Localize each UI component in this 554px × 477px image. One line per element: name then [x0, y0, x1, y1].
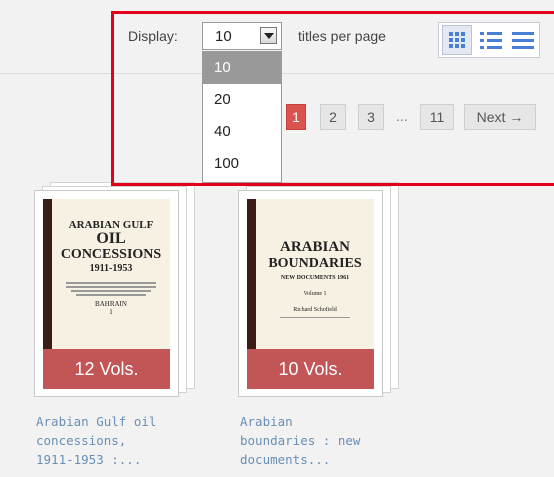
- compact-list-icon: [512, 31, 534, 49]
- volume-count-badge: 12 Vols.: [43, 349, 170, 389]
- pagination-ellipsis: ...: [396, 108, 408, 124]
- book-title-link[interactable]: Arabian boundaries : new documents...: [240, 412, 360, 469]
- book-cover[interactable]: ARABIAN BOUNDARIES NEW DOCUMENTS 1961 Vo…: [238, 190, 383, 397]
- per-page-select[interactable]: 10: [202, 22, 282, 50]
- display-label: Display:: [128, 28, 178, 44]
- per-page-option-20[interactable]: 20: [203, 84, 281, 116]
- grid-view-button[interactable]: [442, 25, 472, 55]
- cover-text: 1911-1953: [89, 263, 133, 274]
- page-button-3[interactable]: 3: [358, 104, 384, 130]
- page-button-1[interactable]: 1: [286, 104, 306, 130]
- page-button-2[interactable]: 2: [320, 104, 346, 130]
- book-card[interactable]: ARABIAN BOUNDARIES NEW DOCUMENTS 1961 Vo…: [238, 182, 399, 406]
- per-page-dropdown: 10 20 40 100: [202, 51, 282, 183]
- per-page-option-100[interactable]: 100: [203, 148, 281, 180]
- cover-text: 1: [109, 308, 113, 316]
- chevron-down-icon[interactable]: [260, 27, 277, 44]
- cover-text: CONCESSIONS: [60, 247, 162, 262]
- grid-icon: [449, 32, 465, 48]
- cover-text: NEW DOCUMENTS 1961: [280, 275, 350, 281]
- book-title-link[interactable]: Arabian Gulf oil concessions, 1911-1953 …: [36, 412, 156, 469]
- page-button-11[interactable]: 11: [420, 104, 454, 130]
- per-page-select-value: 10: [215, 28, 232, 45]
- per-page-option-10[interactable]: 10: [203, 52, 281, 84]
- cover-text: OIL: [96, 230, 126, 247]
- list-view-button[interactable]: [475, 25, 505, 55]
- volume-count-badge: 10 Vols.: [247, 349, 374, 389]
- view-mode-toggle: [438, 22, 540, 58]
- list-icon: [480, 31, 502, 49]
- titles-per-page-label: titles per page: [298, 28, 386, 44]
- book-card[interactable]: ARABIAN GULF OIL CONCESSIONS 1911-1953 B…: [34, 182, 195, 406]
- cover-text: Volume 1: [303, 291, 327, 297]
- next-page-button[interactable]: Next →: [464, 104, 536, 130]
- cover-text: ARABIAN: [279, 239, 350, 255]
- per-page-option-40[interactable]: 40: [203, 116, 281, 148]
- book-cover[interactable]: ARABIAN GULF OIL CONCESSIONS 1911-1953 B…: [34, 190, 179, 397]
- cover-text: BAHRAIN: [95, 300, 127, 308]
- compact-view-button[interactable]: [507, 25, 537, 55]
- cover-text: Richard Schofield: [293, 307, 337, 313]
- cover-text: BOUNDARIES: [268, 256, 362, 271]
